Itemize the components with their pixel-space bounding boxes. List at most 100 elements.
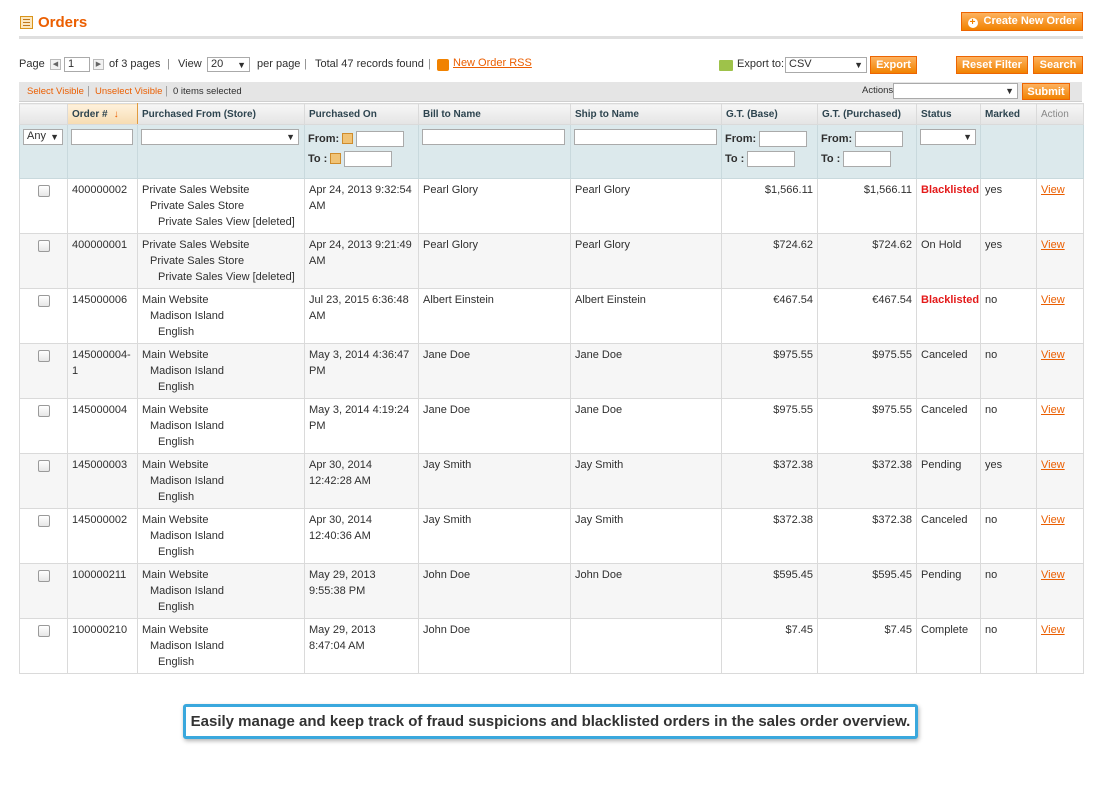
submit-button[interactable]: Submit — [1022, 83, 1070, 100]
row-checkbox[interactable] — [37, 295, 50, 307]
row-checkbox[interactable] — [37, 515, 50, 527]
select-visible-link[interactable]: Select Visible — [27, 86, 84, 97]
table-row[interactable]: 145000004 Main Website Madison Island Engli… — [19, 398, 1084, 454]
action-cell: View — [1036, 563, 1084, 619]
export-button[interactable]: Export — [870, 56, 917, 74]
header-order-number[interactable]: Order # ↓ — [67, 103, 138, 125]
gt-base: $372.38 — [721, 453, 818, 509]
row-checkbox[interactable] — [37, 405, 50, 417]
view-link[interactable]: View — [1041, 514, 1065, 526]
store-view: English — [158, 656, 195, 668]
header-select — [19, 103, 68, 125]
view-link[interactable]: View — [1041, 569, 1065, 581]
table-row[interactable]: 145000002 Main Website Madison Island Engli… — [19, 508, 1084, 564]
filter-order-number[interactable] — [71, 129, 133, 145]
order-number: 145000003 — [67, 453, 138, 509]
header-purchased-on[interactable]: Purchased On — [304, 103, 419, 125]
reset-filter-button[interactable]: Reset Filter — [956, 56, 1028, 74]
new-order-rss-link[interactable]: New Order RSS — [453, 57, 532, 69]
order-number: 100000211 — [67, 563, 138, 619]
view-link[interactable]: View — [1041, 349, 1065, 361]
filter-gt-base-from[interactable] — [759, 131, 808, 148]
gt-base: $7.45 — [721, 618, 818, 674]
filter-gt-base-to[interactable] — [747, 151, 796, 168]
rss-icon — [437, 59, 449, 71]
filter-purchased-from-date[interactable] — [356, 131, 405, 148]
ship-to-name: Albert Einstein — [570, 288, 722, 344]
table-row[interactable]: 400000001 Private Sales Website Private Sa… — [19, 233, 1084, 289]
purchased-on: May 3, 2014 4:19:24 PM — [304, 398, 419, 454]
search-button[interactable]: Search — [1033, 56, 1083, 74]
gt-base: $595.45 — [721, 563, 818, 619]
ship-to-name: Pearl Glory — [570, 178, 722, 234]
row-select-cell — [19, 398, 68, 454]
orders-grid: Order # ↓ Purchased From (Store) Purchase… — [19, 103, 1084, 674]
gt-purchased: $372.38 — [817, 508, 917, 564]
filter-bill-to-name[interactable] — [422, 129, 565, 145]
table-row[interactable]: 145000004-1 Main Website Madison Island Eng… — [19, 343, 1084, 399]
action-cell: View — [1036, 508, 1084, 564]
view-link[interactable]: View — [1041, 239, 1065, 251]
bill-to-name: Jay Smith — [418, 508, 571, 564]
view-link[interactable]: View — [1041, 184, 1065, 196]
table-row[interactable]: 145000003 Main Website Madison Island Engli… — [19, 453, 1084, 509]
purchased-on: May 29, 2013 9:55:38 PM — [304, 563, 419, 619]
header-bill-to-name[interactable]: Bill to Name — [418, 103, 571, 125]
filter-purchased-to-date[interactable] — [344, 151, 393, 168]
unselect-visible-link[interactable]: Unselect Visible — [95, 86, 162, 97]
action-cell: View — [1036, 178, 1084, 234]
header-gt-purchased[interactable]: G.T. (Purchased) — [817, 103, 917, 125]
table-row[interactable]: 100000211 Main Website Madison Island Engli… — [19, 563, 1084, 619]
view-link[interactable]: View — [1041, 624, 1065, 636]
table-row[interactable]: 400000002 Private Sales Website Private Sa… — [19, 178, 1084, 234]
calendar-icon[interactable] — [342, 133, 354, 144]
filter-select-any[interactable]: Any ▼ — [23, 129, 63, 145]
purchased-on: Apr 30, 2014 12:42:28 AM — [304, 453, 419, 509]
header-gt-base[interactable]: G.T. (Base) — [721, 103, 818, 125]
marked: no — [980, 563, 1037, 619]
table-row[interactable]: 100000210 Main Website Madison Island Engli… — [19, 618, 1084, 674]
header-purchased-from[interactable]: Purchased From (Store) — [137, 103, 305, 125]
store-name: Madison Island — [150, 310, 224, 322]
order-number: 145000006 — [67, 288, 138, 344]
filter-purchased-from[interactable]: ▼ — [141, 129, 299, 145]
gt-purchased: $7.45 — [817, 618, 917, 674]
view-link[interactable]: View — [1041, 459, 1065, 471]
filter-gt-purchased-from[interactable] — [855, 131, 904, 148]
action-cell: View — [1036, 233, 1084, 289]
calendar-icon[interactable] — [330, 153, 342, 164]
ship-to-name: John Doe — [570, 563, 722, 619]
store-name: Private Sales Store — [150, 255, 245, 267]
filter-ship-to-name[interactable] — [574, 129, 717, 145]
per-page-label: per page — [257, 58, 301, 70]
filter-status[interactable]: ▼ — [920, 129, 976, 145]
gt-purchased: $975.55 — [817, 398, 917, 454]
page-input[interactable]: 1 — [64, 57, 90, 72]
export-format-select[interactable]: CSV ▼ — [785, 57, 867, 73]
divider: | — [304, 58, 307, 70]
row-checkbox[interactable] — [37, 240, 50, 252]
order-number: 100000210 — [67, 618, 138, 674]
header-status[interactable]: Status — [916, 103, 981, 125]
next-page-icon[interactable]: ▶ — [93, 59, 104, 70]
table-row[interactable]: 145000006 Main Website Madison Island Engli… — [19, 288, 1084, 344]
row-checkbox[interactable] — [37, 460, 50, 472]
store-website: Main Website — [142, 569, 209, 581]
header-marked[interactable]: Marked — [980, 103, 1037, 125]
row-checkbox[interactable] — [37, 350, 50, 362]
filter-row: Any ▼ ▼ From: To : From: To : From: To : … — [19, 124, 1084, 179]
actions-select[interactable]: ▼ — [893, 83, 1018, 99]
action-cell: View — [1036, 618, 1084, 674]
view-link[interactable]: View — [1041, 404, 1065, 416]
export-label: Export to: — [737, 58, 785, 70]
per-page-select[interactable]: 20 ▼ — [207, 57, 250, 72]
row-checkbox[interactable] — [37, 570, 50, 582]
row-checkbox[interactable] — [37, 625, 50, 637]
row-checkbox[interactable] — [37, 185, 50, 197]
header-ship-to-name[interactable]: Ship to Name — [570, 103, 722, 125]
filter-gt-purchased-to[interactable] — [843, 151, 892, 168]
view-link[interactable]: View — [1041, 294, 1065, 306]
create-new-order-button[interactable]: + Create New Order — [961, 12, 1083, 31]
prev-page-icon[interactable]: ◀ — [50, 59, 61, 70]
row-select-cell — [19, 618, 68, 674]
